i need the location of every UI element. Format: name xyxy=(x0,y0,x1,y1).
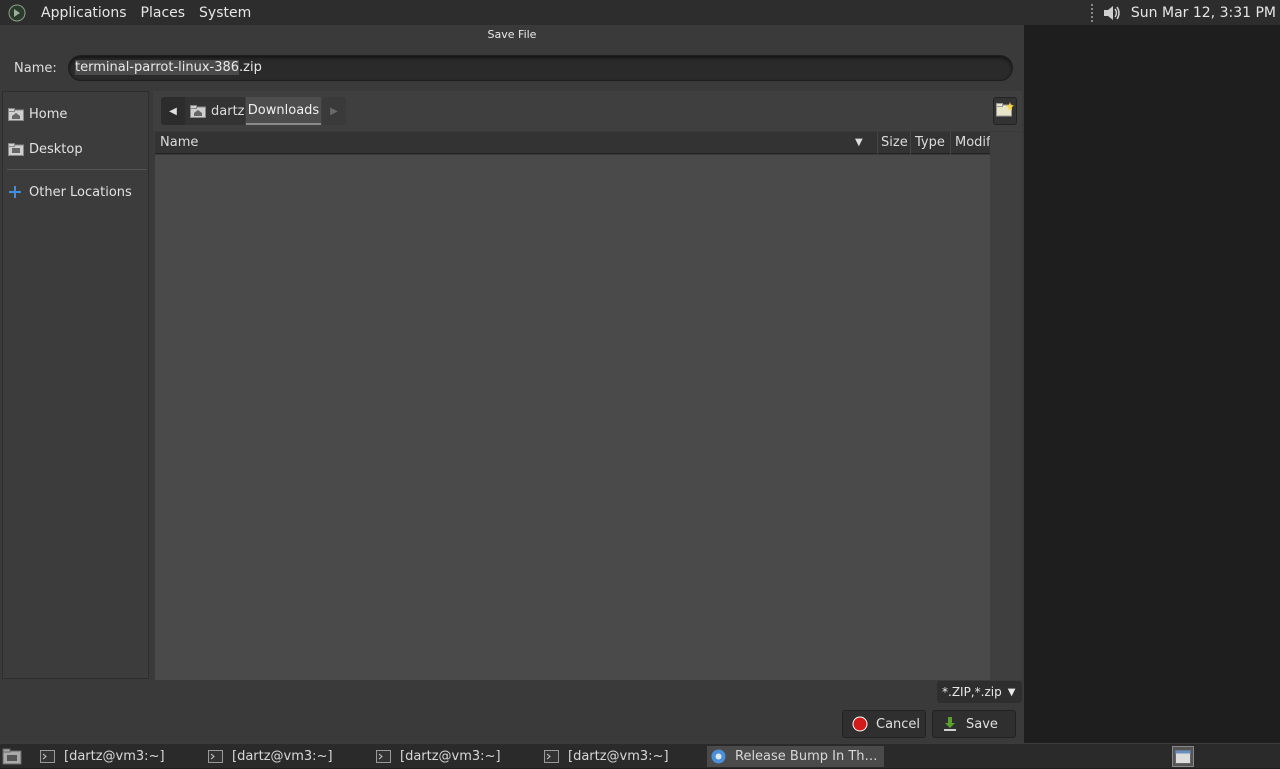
clock[interactable]: Sun Mar 12, 3:31 PM xyxy=(1131,5,1276,21)
parrot-logo-icon[interactable] xyxy=(8,3,28,23)
taskbar-item-terminal[interactable]: [dartz@vm3:~] xyxy=(208,746,333,767)
chevron-down-icon: ▼ xyxy=(1007,686,1016,698)
show-desktop-icon[interactable] xyxy=(2,747,22,765)
sidebar-item-other-locations[interactable]: Other Locations xyxy=(3,179,148,205)
desktop-background xyxy=(1024,25,1280,743)
menu-system[interactable]: System xyxy=(192,5,258,21)
path-forward-button[interactable]: ▶ xyxy=(322,97,346,125)
sort-down-icon[interactable]: ▼ xyxy=(855,132,869,154)
create-folder-button[interactable] xyxy=(993,97,1017,125)
taskbar-item-browser[interactable]: Release Bump In Th… xyxy=(707,746,884,767)
file-list-side-area xyxy=(990,132,1022,680)
workspace-icon xyxy=(1175,749,1191,764)
taskbar-item-label: [dartz@vm3:~] xyxy=(232,749,333,764)
menu-applications[interactable]: Applications xyxy=(34,5,134,21)
breadcrumb-dartz[interactable]: dartz xyxy=(185,97,245,125)
chevron-left-icon: ◀ xyxy=(169,105,177,117)
file-type-filter[interactable]: *.ZIP,*.zip ▼ xyxy=(937,681,1022,703)
chevron-right-icon: ▶ xyxy=(330,105,338,117)
sidebar-divider xyxy=(7,169,147,170)
desktop-folder-icon xyxy=(8,142,24,156)
save-label: Save xyxy=(966,716,998,732)
terminal-icon xyxy=(40,750,56,764)
sidebar-item-label: Home xyxy=(29,106,68,122)
file-list-header: Name ▼ Size Type Modif xyxy=(155,132,990,154)
dialog-title: Save File xyxy=(487,28,537,41)
taskbar-item-terminal[interactable]: [dartz@vm3:~] xyxy=(544,746,669,767)
column-size-header[interactable]: Size xyxy=(877,132,908,154)
taskbar-item-label: [dartz@vm3:~] xyxy=(64,749,165,764)
terminal-icon xyxy=(544,750,560,764)
column-name-header[interactable]: Name xyxy=(160,132,198,154)
save-download-icon xyxy=(942,716,958,732)
sidebar-item-label: Desktop xyxy=(29,141,83,157)
workspace-switcher[interactable] xyxy=(1172,746,1194,767)
menu-places[interactable]: Places xyxy=(134,5,193,21)
taskbar: [dartz@vm3:~] [dartz@vm3:~] [dartz@vm3:~… xyxy=(0,743,1280,768)
home-folder-icon xyxy=(8,107,24,121)
taskbar-item-terminal[interactable]: [dartz@vm3:~] xyxy=(376,746,501,767)
cancel-icon xyxy=(852,716,868,732)
taskbar-item-label: Release Bump In Th… xyxy=(735,749,878,764)
name-label: Name: xyxy=(14,61,57,76)
panel-separator xyxy=(1090,3,1095,22)
filename-extension: .zip xyxy=(239,60,262,75)
places-sidebar: Home Desktop Other Locations xyxy=(2,91,149,679)
taskbar-item-label: [dartz@vm3:~] xyxy=(400,749,501,764)
chromium-icon xyxy=(711,749,727,764)
panel-tray: Sun Mar 12, 3:31 PM xyxy=(1090,0,1280,25)
filename-selected-text: terminal-parrot-linux-386 xyxy=(75,60,240,75)
column-modified-header[interactable]: Modif xyxy=(950,132,990,154)
sidebar-item-desktop[interactable]: Desktop xyxy=(3,136,148,162)
taskbar-item-label: [dartz@vm3:~] xyxy=(568,749,669,764)
sidebar-item-home[interactable]: Home xyxy=(3,101,148,127)
taskbar-item-terminal[interactable]: [dartz@vm3:~] xyxy=(40,746,165,767)
terminal-icon xyxy=(376,750,392,764)
file-list[interactable] xyxy=(155,155,990,680)
home-folder-icon xyxy=(190,104,206,118)
filter-label: *.ZIP,*.zip xyxy=(942,685,1002,699)
cancel-button[interactable]: Cancel xyxy=(842,710,926,738)
breadcrumb-label: dartz xyxy=(211,103,245,119)
top-panel: Applications Places System Sun Mar 12, 3… xyxy=(0,0,1280,25)
plus-icon xyxy=(8,185,24,199)
new-folder-icon xyxy=(996,101,1014,121)
volume-icon[interactable] xyxy=(1101,2,1123,24)
terminal-icon xyxy=(208,750,224,764)
save-button[interactable]: Save xyxy=(932,710,1016,738)
column-type-header[interactable]: Type xyxy=(910,132,945,154)
path-back-button[interactable]: ◀ xyxy=(161,97,185,125)
sidebar-item-label: Other Locations xyxy=(29,184,132,200)
breadcrumb-downloads[interactable]: Downloads xyxy=(246,97,321,125)
cancel-label: Cancel xyxy=(876,716,921,732)
filename-input[interactable]: terminal-parrot-linux-386.zip xyxy=(68,55,1013,81)
